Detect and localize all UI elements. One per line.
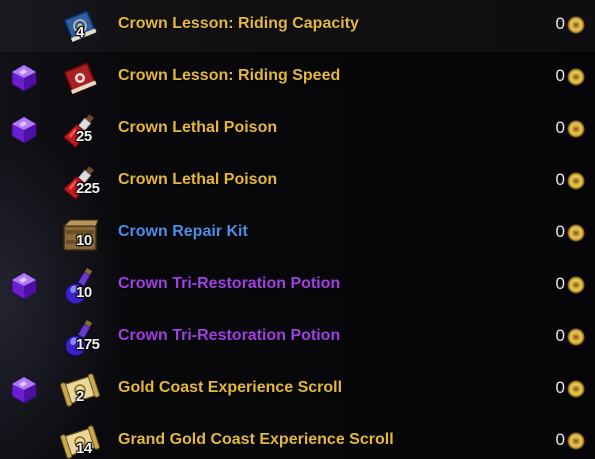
item-price: 0: [555, 14, 565, 33]
list-item[interactable]: 10 Crown Tri-Restoration Potion 0: [0, 260, 595, 312]
crown-gem-icon: [10, 272, 38, 300]
crown-gem-icon: [10, 64, 38, 92]
list-item[interactable]: 4 Crown Lesson: Riding Capacity 0: [0, 0, 595, 52]
gold-coin-icon: [567, 328, 585, 346]
item-price: 0: [555, 430, 565, 449]
gold-coin-icon: [567, 276, 585, 294]
list-item[interactable]: 2 Gold Coast Experience Scroll 0: [0, 364, 595, 416]
gold-coin-icon: [567, 68, 585, 86]
list-item[interactable]: Crown Lesson: Riding Speed 0: [0, 52, 595, 104]
item-price: 0: [555, 170, 565, 189]
item-name: Crown Lethal Poison: [118, 171, 278, 188]
stack-count: 175: [76, 336, 100, 353]
gold-coin-icon: [567, 432, 585, 450]
list-item[interactable]: 25 Crown Lethal Poison 0: [0, 104, 595, 156]
item-price: 0: [555, 118, 565, 137]
item-name: Crown Tri-Restoration Potion: [118, 327, 341, 344]
item-name: Crown Lethal Poison: [118, 119, 278, 136]
item-price: 0: [555, 66, 565, 85]
stack-count: 10: [76, 232, 92, 249]
gold-coin-icon: [567, 120, 585, 138]
item-name: Grand Gold Coast Experience Scroll: [118, 431, 394, 448]
stack-count: 4: [76, 24, 84, 41]
inventory-list: 4 Crown Lesson: Riding Capacity 0 Crown …: [0, 0, 595, 459]
crown-gem-icon: [10, 376, 38, 404]
item-price: 0: [555, 378, 565, 397]
gold-coin-icon: [567, 380, 585, 398]
gold-coin-icon: [567, 172, 585, 190]
item-name: Crown Lesson: Riding Capacity: [118, 15, 359, 32]
stack-count: 10: [76, 284, 92, 301]
stack-count: 14: [76, 440, 92, 457]
item-price: 0: [555, 274, 565, 293]
stack-count: 25: [76, 128, 92, 145]
list-item[interactable]: 175 Crown Tri-Restoration Potion 0: [0, 312, 595, 364]
item-name: Crown Repair Kit: [118, 223, 248, 240]
item-price: 0: [555, 222, 565, 241]
item-name: Gold Coast Experience Scroll: [118, 379, 343, 396]
stack-count: 2: [76, 388, 84, 405]
crown-gem-icon: [10, 116, 38, 144]
red-book-icon: [58, 56, 102, 100]
gold-coin-icon: [567, 224, 585, 242]
list-item[interactable]: 10 Crown Repair Kit 0: [0, 208, 595, 260]
item-name: Crown Tri-Restoration Potion: [118, 275, 341, 292]
gold-coin-icon: [567, 16, 585, 34]
list-item[interactable]: 14 Grand Gold Coast Experience Scroll 0: [0, 416, 595, 459]
item-name: Crown Lesson: Riding Speed: [118, 67, 341, 84]
item-price: 0: [555, 326, 565, 345]
list-item[interactable]: 225 Crown Lethal Poison 0: [0, 156, 595, 208]
stack-count: 225: [76, 180, 100, 197]
